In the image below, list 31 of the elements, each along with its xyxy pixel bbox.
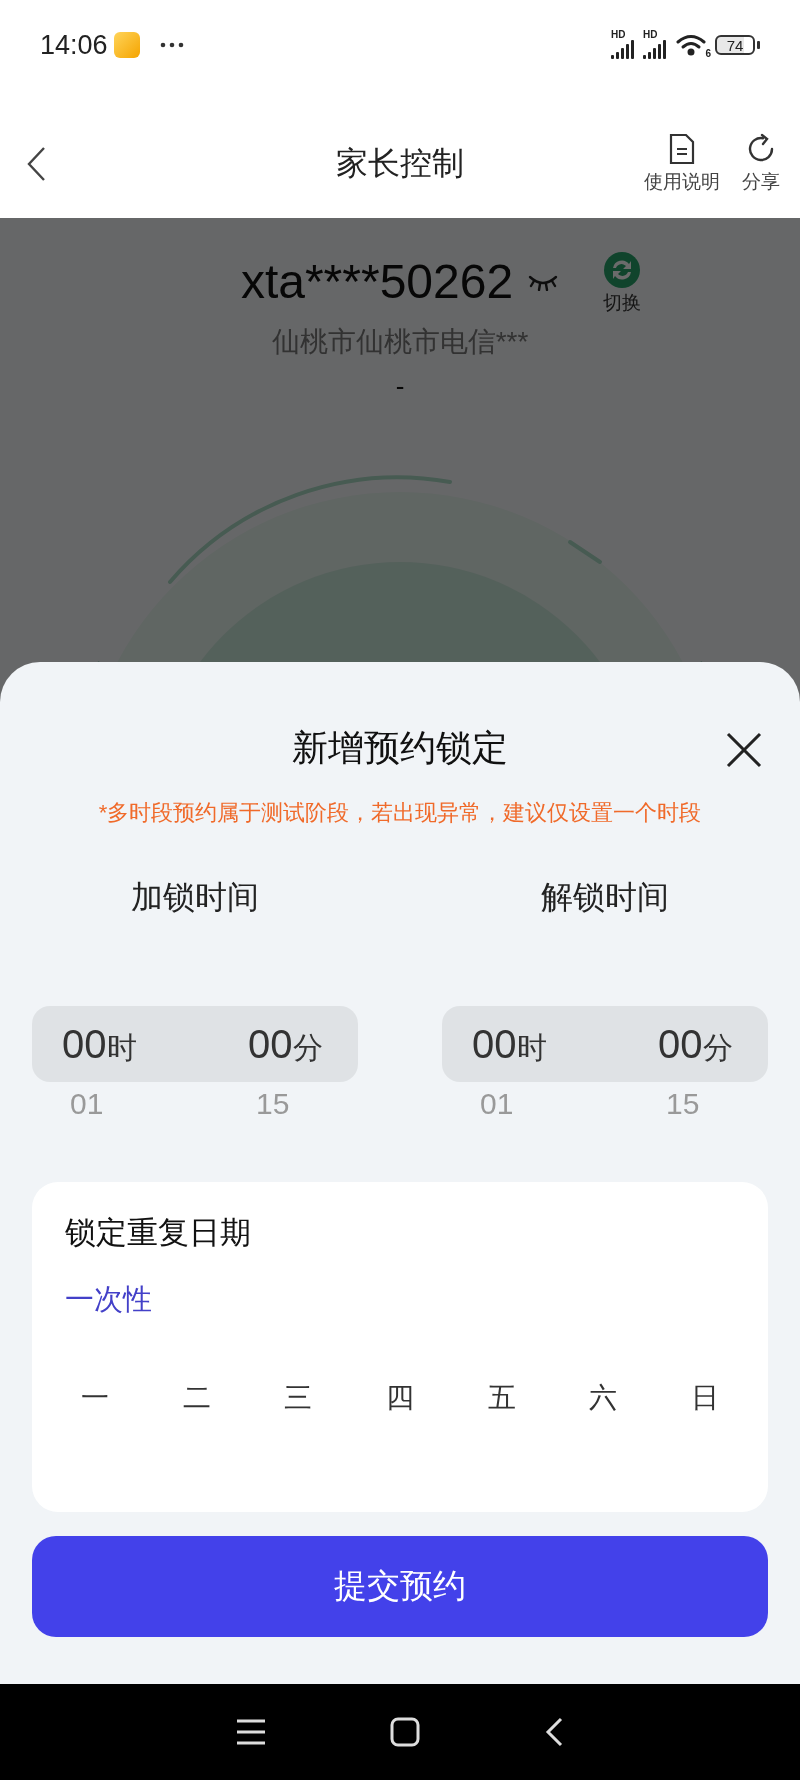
weekday-toggle[interactable]: 五 xyxy=(473,1374,530,1422)
repeat-summary: 一次性 xyxy=(65,1282,152,1317)
card-title: 锁定重复日期 xyxy=(65,1214,252,1252)
minute-wheel-value[interactable]: 00分 xyxy=(658,1006,733,1082)
page-title: 家长控制 xyxy=(336,145,464,181)
weekday-toggle[interactable]: 四 xyxy=(371,1374,428,1422)
app-notification-icon xyxy=(113,32,140,58)
back-icon[interactable] xyxy=(544,1717,564,1747)
document-icon xyxy=(668,133,696,165)
picker-label: 解锁时间 xyxy=(541,878,669,917)
weekday-toggle[interactable]: 二 xyxy=(168,1374,225,1422)
more-icon xyxy=(159,42,184,48)
picker-label: 加锁时间 xyxy=(131,878,259,917)
weekday-toggle[interactable]: 一 xyxy=(67,1374,123,1422)
status-text: - xyxy=(395,371,405,402)
minute-wheel-value[interactable]: 00分 xyxy=(248,1006,323,1082)
weekday-toggle[interactable]: 日 xyxy=(676,1374,733,1422)
sheet-title: 新增预约锁定 xyxy=(292,725,508,770)
submit-button[interactable]: 提交预约 xyxy=(32,1536,768,1637)
clock-time: 14:06 xyxy=(40,29,108,61)
weekday-toggle[interactable]: 三 xyxy=(270,1374,327,1422)
warning-text: *多时段预约属于测试阶段，若出现异常，建议仅设置一个时段 xyxy=(97,799,703,827)
account-name: xta****50262 xyxy=(240,254,514,309)
help-button[interactable]: 使用说明 xyxy=(644,133,720,195)
close-button[interactable] xyxy=(726,732,762,768)
hour-wheel-value[interactable]: 00时 xyxy=(472,1006,547,1082)
share-button[interactable]: 分享 xyxy=(742,133,780,195)
hour-wheel-value[interactable]: 00时 xyxy=(62,1006,137,1082)
home-icon[interactable] xyxy=(390,1717,420,1747)
menu-icon[interactable] xyxy=(236,1719,266,1745)
weekday-toggle[interactable]: 六 xyxy=(575,1374,632,1422)
